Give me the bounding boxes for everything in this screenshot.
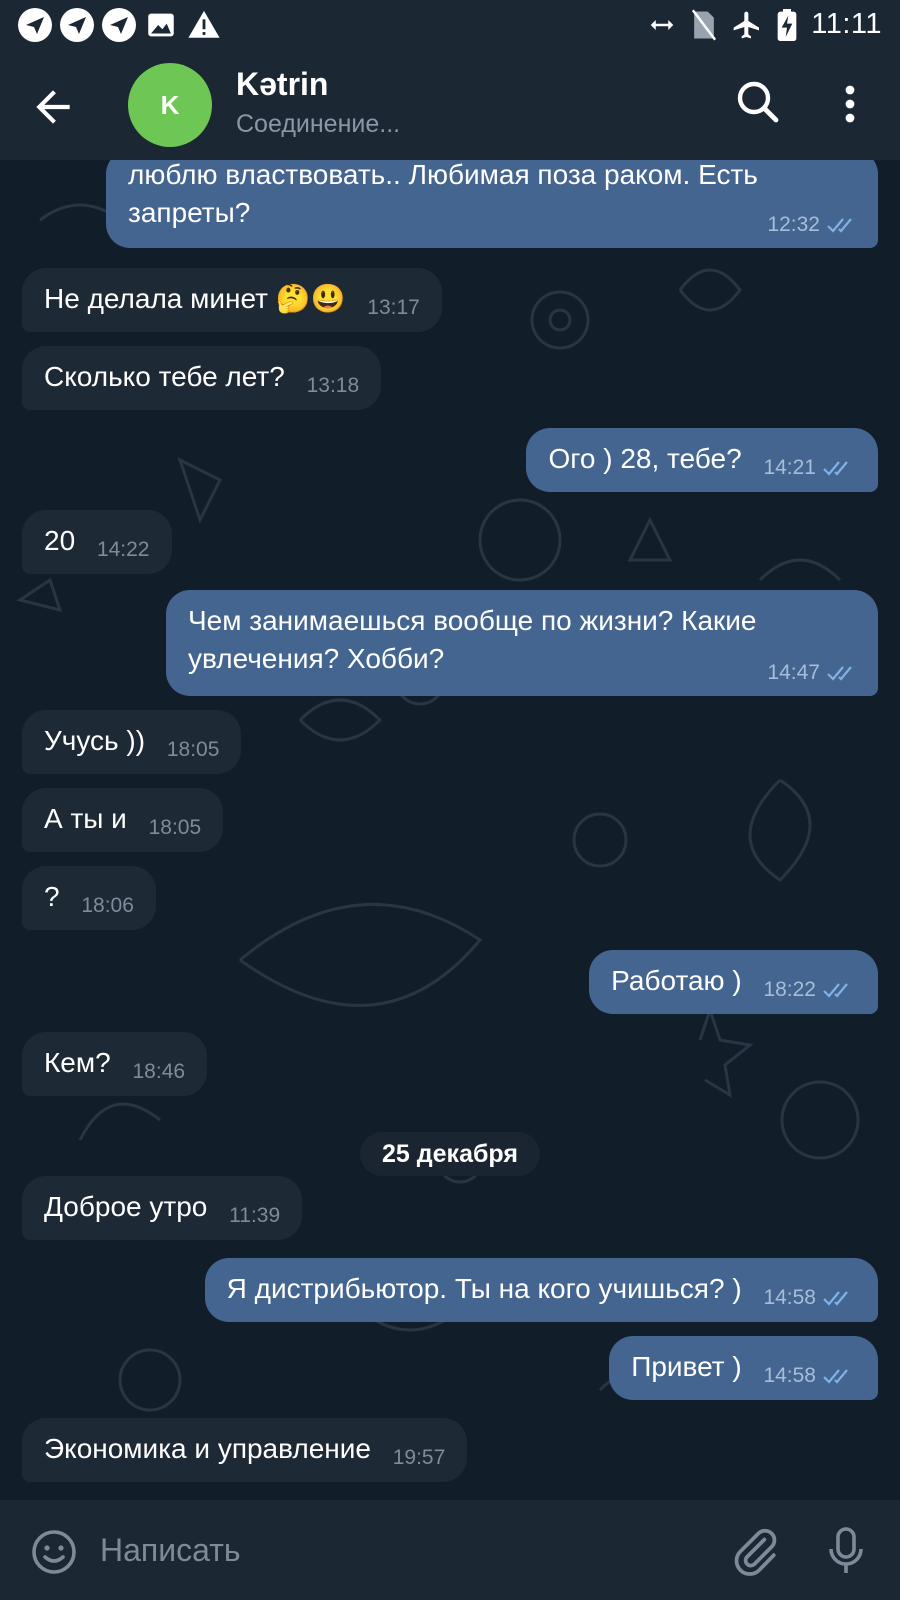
message-bubble-incoming[interactable]: Кем? 18:46 (22, 1032, 208, 1096)
message-time: 14:58 (763, 1286, 816, 1309)
message-bubble-outgoing[interactable]: люблю властвовать.. Любимая поза раком. … (106, 160, 878, 248)
message-meta: 14:22 (97, 531, 150, 569)
chat-header: K Kətrin Соединение... (0, 52, 900, 160)
message-meta: 18:06 (81, 887, 134, 925)
double-check-icon (827, 218, 852, 233)
message-text: Ого ) 28, тебе? (548, 443, 742, 474)
status-notifications (18, 8, 222, 42)
double-check-icon (823, 1291, 848, 1306)
message-meta: 13:17 (367, 289, 420, 327)
message-bubble-outgoing[interactable]: Я дистрибьютор. Ты на кого учишься? ) 14… (204, 1258, 878, 1322)
message-time: 14:22 (96, 538, 150, 561)
attach-paperclip-icon[interactable] (730, 1526, 780, 1576)
more-vertical-icon[interactable] (826, 78, 874, 130)
warning-icon (188, 10, 220, 38)
message-meta: 19:57 (393, 1439, 446, 1477)
message-bubble-incoming[interactable]: Доброе утро 11:39 (22, 1176, 303, 1240)
message-bubble-incoming[interactable]: Сколько тебе лет? 13:18 (22, 346, 382, 410)
message-input[interactable]: Написать (100, 1532, 241, 1569)
double-check-icon (823, 1369, 848, 1384)
message-time: 14:21 (763, 456, 816, 479)
message-text: Я дистрибьютор. Ты на кого учишься? ) (226, 1273, 742, 1304)
message-meta: 18:05 (149, 809, 202, 847)
message-time: 18:06 (81, 894, 134, 917)
message-time: 14:47 (767, 661, 820, 684)
microphone-icon[interactable] (822, 1524, 870, 1578)
message-composer: Написать (0, 1500, 900, 1600)
message-meta: 11:39 (229, 1197, 280, 1235)
message-meta: 14:21 (763, 449, 856, 487)
message-meta: 18:05 (167, 731, 220, 769)
search-icon[interactable] (734, 78, 782, 126)
double-check-icon (823, 983, 848, 998)
battery-charging-icon (777, 8, 797, 41)
message-meta: 18:46 (133, 1053, 186, 1091)
avatar-letter: K (160, 89, 180, 120)
message-text: 20 (44, 525, 76, 556)
double-check-icon (823, 461, 848, 476)
app-notification-icon (60, 8, 94, 42)
message-meta: 18:22 (763, 971, 856, 1009)
message-text: люблю властвовать.. Любимая поза раком. … (128, 160, 758, 228)
message-meta: 14:47 (767, 654, 860, 692)
status-system: 11:11 (647, 8, 882, 41)
message-list[interactable]: люблю властвовать.. Любимая поза раком. … (0, 160, 900, 1500)
message-time: 18:46 (132, 1060, 186, 1083)
message-text: Привет ) (631, 1351, 742, 1382)
message-bubble-incoming[interactable]: Экономика и управление 19:57 (22, 1418, 468, 1482)
message-text: Экономика и управление (44, 1433, 371, 1464)
message-time: 12:32 (767, 213, 820, 236)
message-bubble-incoming[interactable]: Не делала минет 🤔😃 13:17 (22, 268, 442, 332)
message-bubble-incoming[interactable]: 20 14:22 (22, 510, 172, 574)
message-text: ? (44, 881, 60, 912)
message-bubble-outgoing[interactable]: Работаю ) 18:22 (589, 950, 878, 1014)
message-bubble-outgoing[interactable]: Ого ) 28, тебе? 14:21 (526, 428, 878, 492)
message-bubble-incoming[interactable]: А ты и 18:05 (22, 788, 224, 852)
message-bubble-incoming[interactable]: Учусь )) 18:05 (22, 710, 242, 774)
message-meta: 12:32 (767, 206, 860, 244)
message-text: Кем? (44, 1047, 111, 1078)
no-sim-icon (692, 8, 717, 41)
app-notification-icon (102, 8, 136, 42)
connection-status: Соединение... (236, 110, 401, 138)
message-meta: 13:18 (307, 367, 360, 405)
clock: 11:11 (811, 8, 882, 40)
message-time: 11:39 (229, 1204, 281, 1227)
message-bubble-incoming[interactable]: ? 18:06 (22, 866, 156, 930)
message-time: 13:17 (367, 296, 420, 319)
message-text: Работаю ) (611, 965, 742, 996)
message-time: 18:05 (148, 816, 202, 839)
date-separator: 25 декабря (360, 1132, 540, 1176)
data-arrows-icon (650, 19, 674, 30)
message-text: Доброе утро (44, 1191, 208, 1222)
message-time: 14:58 (763, 1364, 816, 1387)
message-text: А ты и (44, 803, 127, 834)
app-notification-icon (18, 8, 52, 42)
back-arrow-icon[interactable] (28, 82, 78, 132)
airplane-icon (733, 11, 760, 38)
chat-title[interactable]: Kətrin (236, 66, 328, 103)
message-time: 18:05 (166, 738, 220, 761)
message-meta: 14:58 (763, 1279, 856, 1317)
message-bubble-outgoing[interactable]: Привет ) 14:58 (609, 1336, 878, 1400)
avatar[interactable]: K (128, 63, 212, 147)
message-text: Не делала минет 🤔😃 (44, 283, 346, 314)
image-icon (148, 13, 174, 37)
emoji-icon[interactable] (30, 1528, 78, 1576)
status-bar: 11:11 (0, 0, 900, 52)
double-check-icon (827, 666, 852, 681)
message-meta: 14:58 (763, 1357, 856, 1395)
message-bubble-outgoing[interactable]: Чем занимаешься вообще по жизни? Какие у… (166, 590, 878, 696)
message-time: 18:22 (763, 978, 816, 1001)
message-text: Учусь )) (44, 725, 146, 756)
message-text: Сколько тебе лет? (44, 361, 285, 392)
message-time: 19:57 (392, 1446, 446, 1469)
message-time: 13:18 (306, 374, 360, 397)
